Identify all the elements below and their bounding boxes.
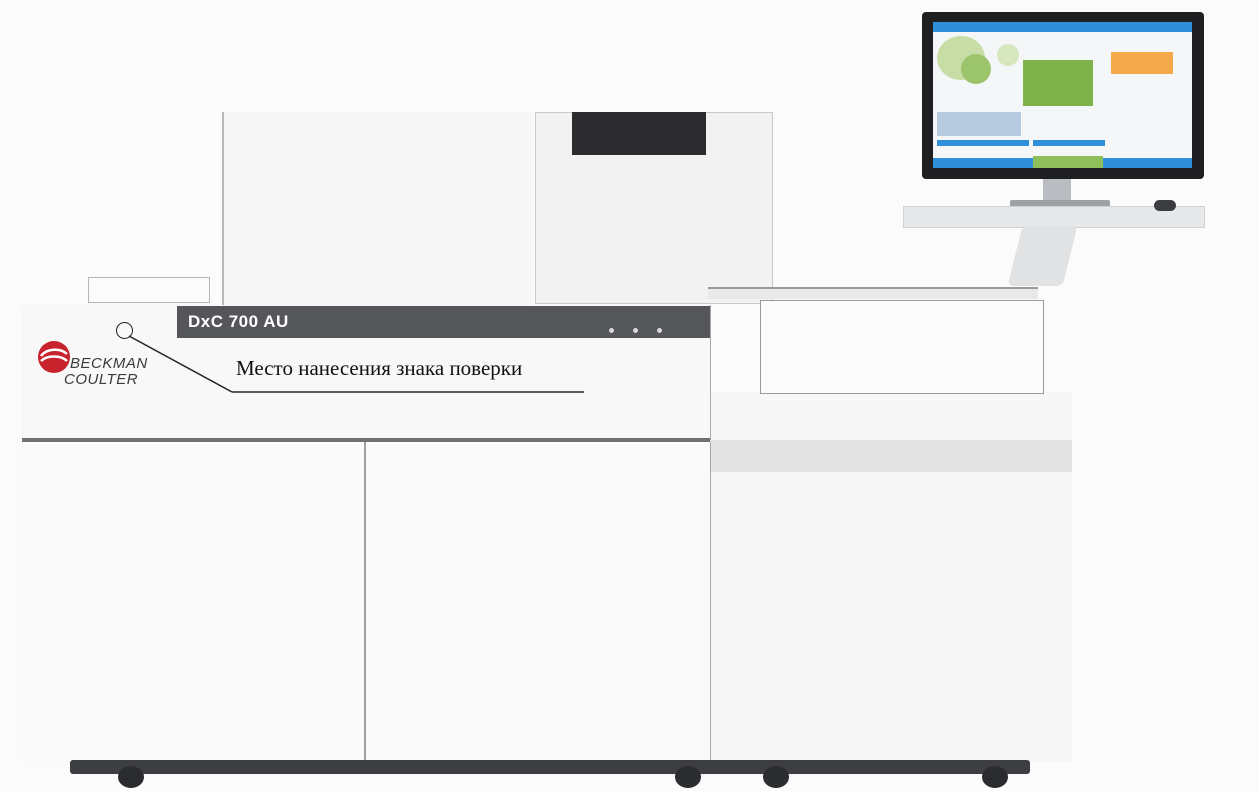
annotation-leader [128, 335, 584, 393]
annotation-label: Место нанесения знака поверки [236, 356, 523, 380]
